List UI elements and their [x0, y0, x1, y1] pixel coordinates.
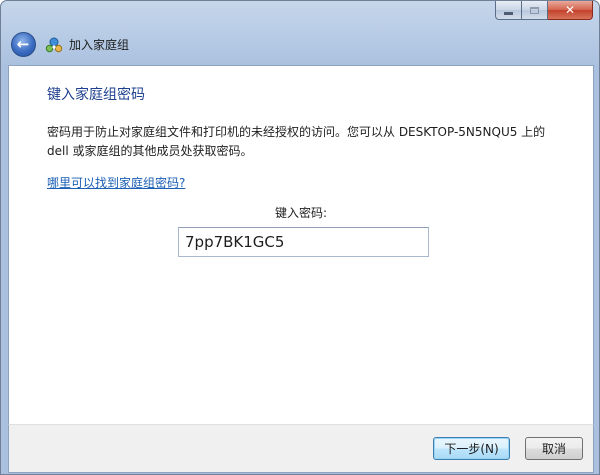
- password-input[interactable]: [178, 227, 429, 257]
- cancel-button[interactable]: 取消: [525, 437, 583, 460]
- back-arrow-icon: ←: [16, 34, 30, 53]
- password-label: 键入密码:: [274, 206, 328, 220]
- minimize-button[interactable]: [495, 1, 522, 20]
- back-button[interactable]: ←: [11, 32, 36, 57]
- close-icon: ✕: [564, 3, 576, 17]
- description-text: 密码用于防止对家庭组文件和打印机的未经授权的访问。您可以从 DESKTOP-5N…: [47, 125, 546, 158]
- close-button[interactable]: ✕: [548, 1, 593, 20]
- page-heading: 键入家庭组密码: [47, 87, 145, 103]
- maximize-button: [522, 1, 548, 20]
- content-panel: 键入家庭组密码 密码用于防止对家庭组文件和打印机的未经授权的访问。您可以从 DE…: [8, 65, 594, 425]
- title-bar: ← 加入家庭组: [11, 32, 129, 57]
- minimize-icon: [504, 12, 513, 15]
- homegroup-icon: [45, 36, 63, 54]
- maximize-icon: [530, 6, 539, 14]
- find-password-link[interactable]: 哪里可以找到家庭组密码?: [47, 174, 185, 191]
- caption-buttons: ✕: [495, 1, 593, 20]
- button-bar: 下一步(N) 取消: [8, 424, 594, 473]
- window-title: 加入家庭组: [69, 38, 130, 52]
- next-button[interactable]: 下一步(N): [433, 437, 510, 460]
- dialog-window: ✕ ← 加入家庭组 键入家庭组密码 密码用于防止对家庭组文件和打印机的未经授权的…: [0, 0, 600, 475]
